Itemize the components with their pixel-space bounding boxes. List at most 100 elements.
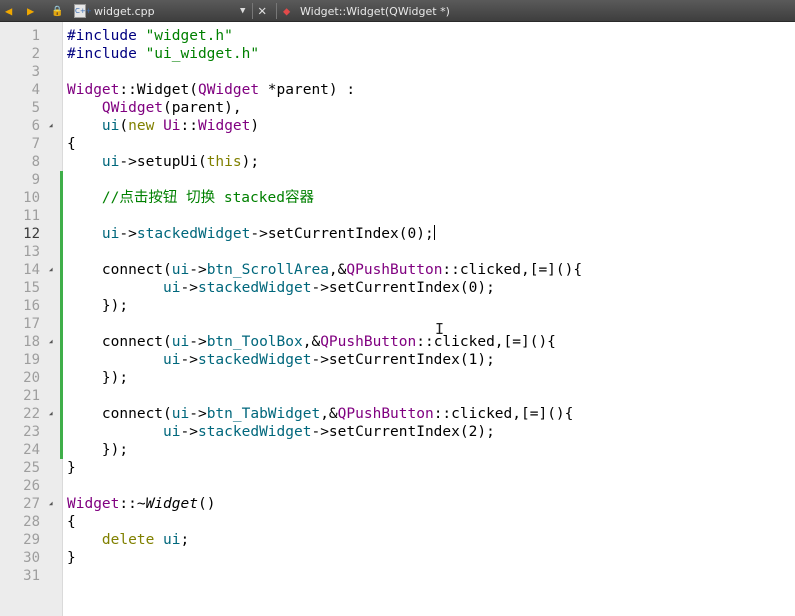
code-text[interactable]: ui->stackedWidget->setCurrentIndex(2); [67,423,495,441]
code-line[interactable]: 15 ui->stackedWidget->setCurrentIndex(0)… [0,279,795,297]
code-line[interactable]: 20 }); [0,369,795,387]
code-text[interactable]: ui(new Ui::Widget) [67,117,259,135]
code-text[interactable]: connect(ui->btn_ToolBox,&QPushButton::cl… [67,333,556,351]
code-text[interactable]: { [67,135,76,153]
line-number: 24 [23,442,40,458]
code-text[interactable]: }); [67,441,128,459]
symbol-selector[interactable]: Widget::Widget(QWidget *) [300,0,450,22]
change-marker [60,333,63,351]
code-text[interactable]: { [67,513,76,531]
code-text[interactable]: Widget::Widget(QWidget *parent) : [67,81,355,99]
code-token: ui [101,118,120,134]
code-text[interactable]: delete ui; [67,531,189,549]
code-line[interactable]: 17 [0,315,795,333]
code-token: -> [189,334,207,350]
code-line[interactable]: 26 [0,477,795,495]
code-token: } [67,460,76,476]
code-line[interactable]: 13 [0,243,795,261]
code-token: ->setCurrentIndex(1); [311,352,495,368]
code-text[interactable]: QWidget(parent), [67,99,242,117]
code-line[interactable]: 7{ [0,135,795,153]
fold-marker-icon[interactable]: ◢ [49,501,53,507]
code-token: ui [163,352,181,368]
code-line[interactable]: 1 #include "widget.h" [0,27,795,45]
fold-marker-icon[interactable]: ◢ [49,411,53,417]
back-arrow-icon[interactable]: ◀ [5,0,12,22]
code-line[interactable]: 19 ui->stackedWidget->setCurrentIndex(1)… [0,351,795,369]
forward-arrow-icon[interactable]: ▶ [27,0,34,22]
code-token: ->setCurrentIndex(2); [311,424,495,440]
code-text[interactable]: } [67,459,76,477]
code-line[interactable]: 22 ◢ connect(ui->btn_TabWidget,&QPushButt… [0,405,795,423]
code-line[interactable]: 21 [0,387,795,405]
change-marker [60,369,63,387]
code-token: ui [163,280,181,296]
code-line[interactable]: 25} [0,459,795,477]
change-marker [60,351,63,369]
code-line[interactable]: 14 ◢ connect(ui->btn_ScrollArea,&QPushBut… [0,261,795,279]
code-line[interactable]: 31 [0,567,795,585]
code-token: "ui_widget.h" [145,46,260,62]
code-text[interactable]: }); [67,369,128,387]
code-token: #include [67,28,146,44]
code-text[interactable]: ui->stackedWidget->setCurrentIndex(1); [67,351,495,369]
code-token: ::Widget( [119,82,198,98]
code-line[interactable]: 18 ◢ connect(ui->btn_ToolBox,&QPushButton… [0,333,795,351]
change-marker [60,171,63,189]
fold-marker-icon[interactable]: ◢ [49,123,53,129]
code-line[interactable]: 10 //点击按钮 切换 stacked容器 [0,189,795,207]
line-number: 4 [31,82,40,98]
code-line[interactable]: 4 Widget::Widget(QWidget *parent) : [0,81,795,99]
code-line[interactable]: 12 ui->stackedWidget->setCurrentIndex(0)… [0,225,795,243]
code-text[interactable]: #include "ui_widget.h" [67,45,259,63]
code-line[interactable]: 27 ◢ Widget::~Widget() [0,495,795,513]
code-text[interactable]: //点击按钮 切换 stacked容器 [67,189,314,207]
code-token: btn_ScrollArea [206,262,329,278]
change-marker [60,441,63,459]
code-token: QWidget [101,100,164,116]
code-token: ui [163,532,181,548]
code-text[interactable]: } [67,549,76,567]
code-token: ) [250,118,260,134]
chevron-down-icon[interactable]: ▼ [240,0,245,22]
code-text[interactable]: connect(ui->btn_TabWidget,&QPushButton::… [67,405,573,423]
code-text[interactable]: #include "widget.h" [67,27,233,45]
line-number: 11 [23,208,40,224]
code-text[interactable]: ui->stackedWidget->setCurrentIndex(0); [67,225,435,243]
code-line[interactable]: 3 [0,63,795,81]
code-text[interactable]: connect(ui->btn_ScrollArea,&QPushButton:… [67,261,582,279]
code-line[interactable]: 2 #include "ui_widget.h" [0,45,795,63]
line-number: 3 [31,64,40,80]
code-text[interactable]: Widget::~Widget() [67,495,215,513]
code-line[interactable]: 16 }); [0,297,795,315]
code-line[interactable]: 29 delete ui; [0,531,795,549]
code-text[interactable]: ui->setupUi(this); [67,153,259,171]
code-token: ::clicked,[=](){ [433,406,574,422]
code-line[interactable]: 8 ui->setupUi(this); [0,153,795,171]
file-selector[interactable]: widget.cpp [94,0,155,22]
code-line[interactable]: 23 ui->stackedWidget->setCurrentIndex(2)… [0,423,795,441]
code-token: ,& [302,334,321,350]
code-line[interactable]: 28 { [0,513,795,531]
code-line[interactable]: 6 ◢ ui(new Ui::Widget) [0,117,795,135]
code-token: Widget [198,118,251,134]
code-token: connect( [67,262,172,278]
code-editor[interactable]: 1 #include "widget.h" 2 #include "ui_widget… [0,22,795,616]
code-line[interactable]: 11 [0,207,795,225]
code-line[interactable]: 5 QWidget(parent), [0,99,795,117]
code-token: btn_TabWidget [206,406,321,422]
lock-icon: 🔒 [51,5,64,17]
code-text[interactable]: }); [67,297,128,315]
code-text[interactable]: ui->stackedWidget->setCurrentIndex(0); [67,279,495,297]
close-icon[interactable]: ✕ [258,0,266,22]
code-line[interactable]: 30} [0,549,795,567]
line-number: 13 [23,244,40,260]
code-line[interactable]: 9 [0,171,795,189]
fold-marker-icon[interactable]: ◢ [49,339,53,345]
code-line[interactable]: 24 }); [0,441,795,459]
fold-marker-icon[interactable]: ◢ [49,267,53,273]
